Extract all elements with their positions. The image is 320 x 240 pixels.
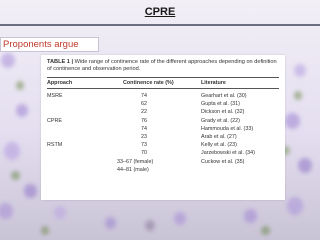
- title-divider: [0, 24, 320, 26]
- crocus-flower-blob: [145, 220, 155, 231]
- table-caption: TABLE 1 | Wide range of continence rate …: [47, 59, 279, 73]
- column-header-rate: Continence rate (%): [123, 80, 174, 86]
- table-caption-label: TABLE 1 |: [47, 59, 74, 65]
- table-caption-text: Wide range of continence rate of the dif…: [47, 59, 277, 72]
- table-cell-literature: Kelly et al. (23): [201, 142, 237, 149]
- crocus-flower-blob: [41, 226, 49, 235]
- crocus-flower-blob: [54, 206, 66, 220]
- table-cell-literature: Arab et al. (27): [201, 134, 237, 140]
- table-cell-approach: CPRE: [47, 117, 62, 124]
- table-cell-rate: 73: [141, 142, 147, 149]
- crocus-flower-blob: [174, 212, 186, 226]
- table-cell-rate: 74: [141, 93, 147, 99]
- crocus-flower-blob: [104, 216, 116, 229]
- crocus-flower-blob: [284, 112, 300, 129]
- table-cell-rate: 62: [141, 101, 147, 108]
- table-cell-approach: MSRE: [47, 93, 63, 99]
- table-card: TABLE 1 | Wide range of continence rate …: [41, 55, 285, 200]
- table-cell-rate: 74: [141, 125, 147, 132]
- column-header-literature: Literature: [201, 80, 226, 86]
- table-cell-literature: Cuckow et al. (35): [201, 158, 245, 165]
- table-cell-rate: 44–81 (male): [117, 166, 149, 173]
- table-cell-literature: Gearhart et al. (30): [201, 93, 247, 99]
- table-cell-literature: Dickson et al. (32): [201, 109, 245, 116]
- table-header-rule: [47, 88, 279, 89]
- crocus-flower-blob: [1, 53, 15, 69]
- table-cell-approach: RSTM: [47, 142, 63, 149]
- crocus-flower-blob: [10, 170, 20, 181]
- crocus-flower-blob: [298, 158, 312, 174]
- table-cell-rate: 33–67 (female): [117, 158, 154, 165]
- table-cell-rate: 76: [141, 117, 147, 124]
- crocus-flower-blob: [294, 91, 302, 100]
- slide-title: CPRE: [144, 6, 176, 18]
- crocus-flower-blob: [260, 225, 270, 236]
- table-cell-rate: 70: [141, 150, 147, 157]
- table-cell-rate: 23: [141, 134, 147, 140]
- table-cell-literature: Gupta et al. (31): [201, 101, 240, 108]
- table-cell-rate: 22: [141, 109, 147, 116]
- column-header-approach: Approach: [47, 80, 73, 86]
- crocus-flower-blob: [243, 208, 257, 223]
- crocus-flower-blob: [287, 197, 303, 215]
- subtitle-label: Proponents argue: [0, 37, 99, 52]
- crocus-flower-blob: [23, 183, 37, 198]
- table-cell-literature: Jarzebowski et al. (34): [201, 150, 255, 157]
- crocus-flower-blob: [294, 64, 306, 78]
- table-top-rule: [47, 77, 279, 78]
- crocus-flower-blob: [4, 142, 20, 160]
- crocus-flower-blob: [16, 104, 28, 118]
- crocus-flower-blob: [0, 202, 13, 219]
- table-cell-literature: Hammouda et al. (33): [201, 125, 254, 132]
- crocus-flower-blob: [16, 81, 24, 90]
- table-cell-literature: Grady et al. (22): [201, 117, 240, 124]
